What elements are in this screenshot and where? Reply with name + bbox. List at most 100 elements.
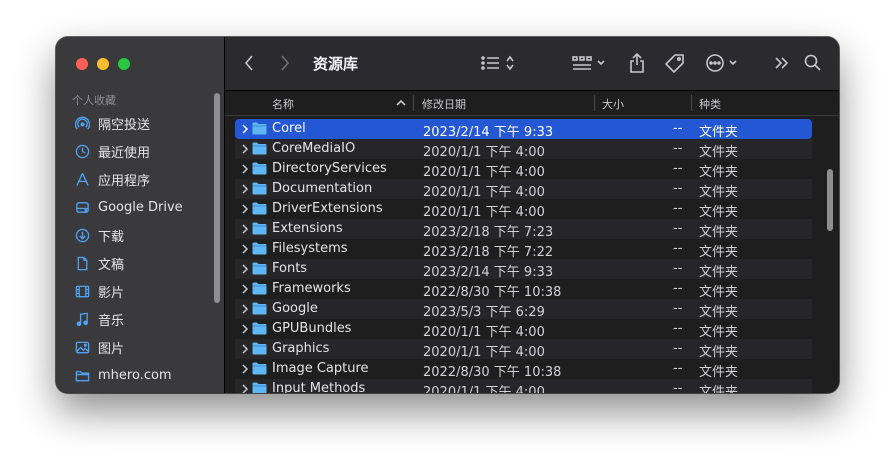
sidebar-item[interactable]: 图片 <box>56 333 224 361</box>
disclosure-chevron-icon[interactable] <box>240 322 250 336</box>
disclosure-chevron-icon[interactable] <box>240 202 250 216</box>
zoom-button[interactable] <box>118 58 130 70</box>
disclosure-chevron-icon[interactable] <box>240 342 250 356</box>
file-kind: 文件夹 <box>699 285 739 300</box>
file-name: Extensions <box>272 221 343 236</box>
file-row[interactable]: Google 2023/5/3 下午 6:29 -- 文件夹 <box>235 299 812 320</box>
folder-icon <box>252 322 267 335</box>
folder-icon <box>252 382 267 393</box>
column-name[interactable]: 名称 <box>272 96 294 112</box>
share-icon[interactable] <box>628 52 646 74</box>
folder-icon <box>252 282 267 295</box>
file-kind: 文件夹 <box>699 185 739 200</box>
sidebar-item[interactable]: 文稿 <box>56 249 224 277</box>
folder-icon <box>252 262 267 275</box>
disclosure-chevron-icon[interactable] <box>240 382 250 393</box>
file-row[interactable]: Corel 2023/2/14 下午 9:33 -- 文件夹 <box>235 119 812 140</box>
file-row[interactable]: Graphics 2020/1/1 下午 4:00 -- 文件夹 <box>235 339 812 360</box>
group-view-icon[interactable] <box>572 55 608 71</box>
toolbar: 资源库 <box>225 37 839 91</box>
disclosure-chevron-icon[interactable] <box>240 262 250 276</box>
drive-icon <box>74 199 90 215</box>
sidebar-item-label: 应用程序 <box>98 173 151 189</box>
column-separator[interactable] <box>594 95 595 111</box>
sort-ascending-icon[interactable] <box>396 99 406 107</box>
disclosure-chevron-icon[interactable] <box>240 122 250 136</box>
disclosure-chevron-icon[interactable] <box>240 302 250 316</box>
folder-icon <box>252 302 267 315</box>
column-header: 名称 修改日期 大小 种类 <box>225 91 839 116</box>
disclosure-chevron-icon[interactable] <box>240 142 250 156</box>
forward-icon[interactable] <box>279 54 291 72</box>
file-row[interactable]: GPUBundles 2020/1/1 下午 4:00 -- 文件夹 <box>235 319 812 340</box>
file-row[interactable]: DriverExtensions 2020/1/1 下午 4:00 -- 文件夹 <box>235 199 812 220</box>
file-row[interactable]: Documentation 2020/1/1 下午 4:00 -- 文件夹 <box>235 179 812 200</box>
file-name: Corel <box>272 121 306 136</box>
column-separator[interactable] <box>691 95 692 111</box>
file-size: -- <box>673 321 683 336</box>
sidebar-item-label: 下载 <box>98 229 125 245</box>
download-icon <box>74 227 90 243</box>
disclosure-chevron-icon[interactable] <box>240 282 250 296</box>
file-modified-date: 2020/1/1 下午 4:00 <box>423 345 545 360</box>
folder-icon <box>74 367 90 383</box>
disclosure-chevron-icon[interactable] <box>240 162 250 176</box>
column-size[interactable]: 大小 <box>602 96 624 112</box>
folder-icon <box>252 182 267 195</box>
file-modified-date: 2023/2/18 下午 7:22 <box>423 245 554 260</box>
folder-icon <box>252 342 267 355</box>
file-size: -- <box>673 181 683 196</box>
clock-icon <box>74 143 90 159</box>
sidebar-scrollbar[interactable] <box>214 93 220 303</box>
sidebar-item[interactable]: 音乐 <box>56 305 224 333</box>
sidebar-item[interactable]: 最近使用 <box>56 137 224 165</box>
file-size: -- <box>673 281 683 296</box>
photo-icon <box>74 339 90 355</box>
file-modified-date: 2020/1/1 下午 4:00 <box>423 325 545 340</box>
file-name: CoreMediaIO <box>272 141 356 156</box>
document-icon <box>74 255 90 271</box>
file-row[interactable]: Fonts 2023/2/14 下午 9:33 -- 文件夹 <box>235 259 812 280</box>
back-icon[interactable] <box>243 54 255 72</box>
list-view-icon[interactable] <box>481 55 521 71</box>
file-row[interactable]: Input Methods 2020/1/1 下午 4:00 -- 文件夹 <box>235 379 812 393</box>
sidebar-item-label: Google Drive <box>98 199 183 215</box>
file-modified-date: 2022/8/30 下午 10:38 <box>423 365 562 380</box>
file-list-scrollbar[interactable] <box>827 169 833 231</box>
file-row[interactable]: CoreMediaIO 2020/1/1 下午 4:00 -- 文件夹 <box>235 139 812 160</box>
more-actions-icon[interactable] <box>706 54 742 72</box>
file-size: -- <box>673 141 683 156</box>
file-kind: 文件夹 <box>699 365 739 380</box>
file-kind: 文件夹 <box>699 165 739 180</box>
file-kind: 文件夹 <box>699 265 739 280</box>
minimize-button[interactable] <box>97 58 109 70</box>
sidebar-item[interactable]: 下载 <box>56 221 224 249</box>
file-row[interactable]: Image Capture 2022/8/30 下午 10:38 -- 文件夹 <box>235 359 812 380</box>
sidebar-item-label: 文稿 <box>98 257 125 273</box>
search-icon[interactable] <box>804 54 822 72</box>
sidebar-item[interactable]: 隔空投送 <box>56 109 224 137</box>
file-row[interactable]: Frameworks 2022/8/30 下午 10:38 -- 文件夹 <box>235 279 812 300</box>
column-separator[interactable] <box>413 95 414 111</box>
sidebar-item[interactable]: 应用程序 <box>56 165 224 193</box>
file-row[interactable]: Extensions 2023/2/18 下午 7:23 -- 文件夹 <box>235 219 812 240</box>
sidebar-item[interactable]: 影片 <box>56 277 224 305</box>
file-row[interactable]: DirectoryServices 2020/1/1 下午 4:00 -- 文件夹 <box>235 159 812 180</box>
disclosure-chevron-icon[interactable] <box>240 362 250 376</box>
tag-icon[interactable] <box>665 53 685 73</box>
sidebar-item-label: mhero.com <box>98 367 172 383</box>
close-button[interactable] <box>76 58 88 70</box>
sidebar-item[interactable]: mhero.com <box>56 361 224 389</box>
disclosure-chevron-icon[interactable] <box>240 182 250 196</box>
file-name: Documentation <box>272 181 373 196</box>
file-size: -- <box>673 361 683 376</box>
sidebar-section-title: 个人收藏 <box>72 94 116 107</box>
disclosure-chevron-icon[interactable] <box>240 222 250 236</box>
file-row[interactable]: Filesystems 2023/2/18 下午 7:22 -- 文件夹 <box>235 239 812 260</box>
folder-icon <box>252 122 267 135</box>
disclosure-chevron-icon[interactable] <box>240 242 250 256</box>
sidebar-item[interactable]: Google Drive <box>56 193 224 221</box>
column-kind[interactable]: 种类 <box>699 96 721 112</box>
overflow-chevron-icon[interactable] <box>774 56 790 70</box>
column-modified[interactable]: 修改日期 <box>422 96 466 112</box>
